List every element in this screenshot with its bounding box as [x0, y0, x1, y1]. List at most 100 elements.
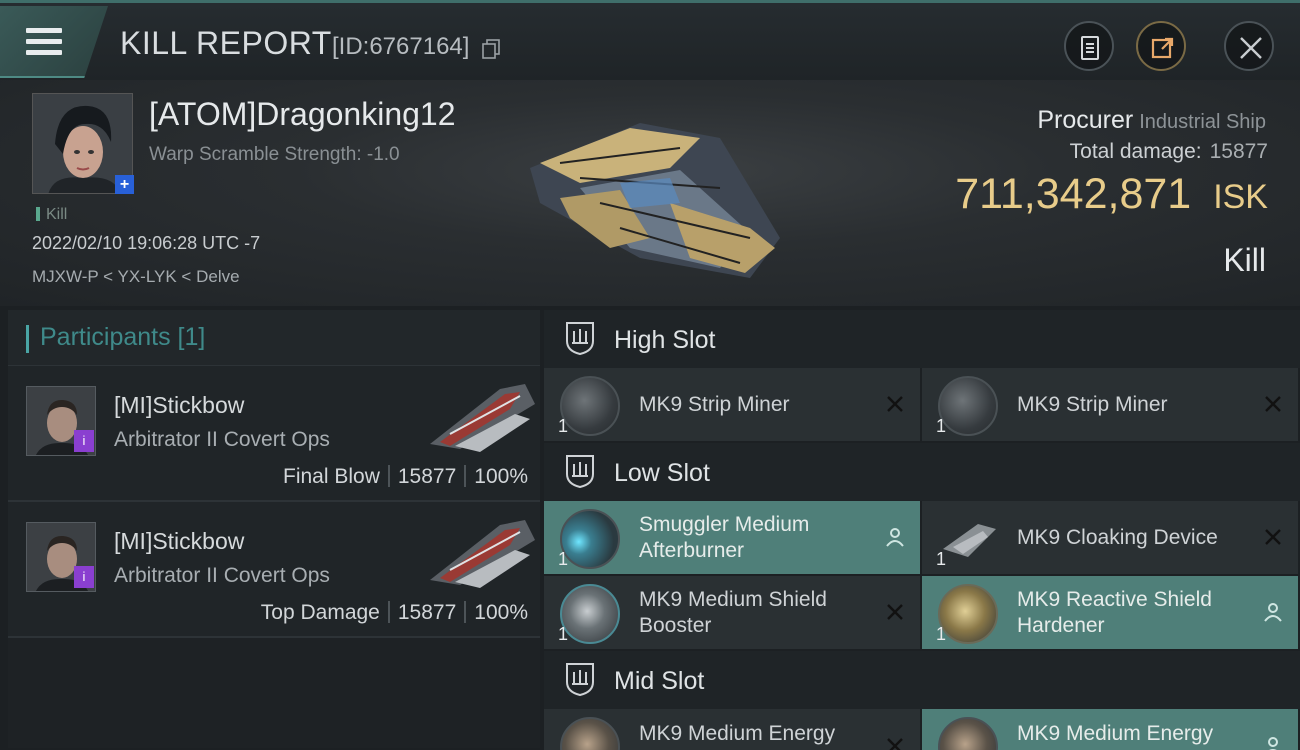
- ship-name: Procurer: [1037, 106, 1134, 134]
- afterburner-icon: [560, 509, 620, 569]
- dropped-icon: [1262, 601, 1284, 623]
- item-name-line2: Hardener: [1017, 614, 1105, 637]
- total-damage-value: 15877: [1209, 140, 1268, 163]
- item-quantity: 1: [558, 549, 569, 569]
- item-name: MK9 Medium Energy: [1017, 722, 1214, 745]
- cloaking-device-icon: [938, 509, 998, 569]
- procurer-ship-image: [530, 123, 780, 278]
- kill-location[interactable]: MJXW-P < YX-LYK < Delve: [32, 267, 240, 287]
- item-quantity: 1: [558, 416, 569, 436]
- destroyed-icon: [1262, 526, 1284, 548]
- clipboard-button[interactable]: [1064, 21, 1114, 71]
- participant-damage: 15877: [397, 465, 457, 488]
- item-name: MK9 Medium Energy: [639, 722, 836, 745]
- total-damage: Total damage: 15877: [1070, 140, 1268, 164]
- participant-percent: 100%: [474, 601, 528, 624]
- menu-button[interactable]: [0, 6, 108, 78]
- item-quantity: 1: [936, 549, 947, 569]
- participant-name[interactable]: [MI]Stickbow: [114, 392, 244, 419]
- item-name-line2: Booster: [639, 614, 712, 637]
- isk-amount: 711,342,871: [955, 170, 1192, 218]
- share-button[interactable]: [1136, 21, 1186, 71]
- low-slot-icon: [566, 455, 594, 488]
- item-quantity: 1: [936, 624, 947, 644]
- participant-percent: 100%: [474, 465, 528, 488]
- participant-row[interactable]: i [MI]Stickbow Arbitrator II Covert Ops …: [8, 502, 540, 638]
- item-quantity: 1: [936, 416, 947, 436]
- strip-miner-icon: [938, 376, 998, 436]
- slot-item-medium-energy[interactable]: MK9 Medium Energy: [544, 709, 920, 750]
- slot-item-medium-energy[interactable]: MK9 Medium Energy: [922, 709, 1298, 750]
- slot-item-cloaking-device[interactable]: 1 MK9 Cloaking Device: [922, 501, 1298, 574]
- participant-name[interactable]: [MI]Stickbow: [114, 528, 244, 555]
- participant-stats: Final Blow 15877 100%: [283, 465, 528, 489]
- energy-module-icon: [560, 717, 620, 750]
- high-slot-label: High Slot: [614, 326, 716, 354]
- report-id: [ID:6767164]: [332, 33, 470, 60]
- low-slot-header: Low Slot: [544, 443, 1300, 501]
- slot-item-strip-miner[interactable]: 1 MK9 Strip Miner: [544, 368, 920, 441]
- item-name-line1: MK9 Reactive Shield: [1017, 588, 1212, 611]
- participants-empty-space: [8, 638, 540, 748]
- participants-panel: Participants [1] i [MI]Stickbow Arbitrat…: [8, 310, 540, 750]
- close-icon: [1240, 37, 1262, 59]
- fitting-slots-panel: High Slot 1 MK9 Strip Miner 1 MK9 Strip …: [544, 310, 1300, 750]
- rank-badge: i: [74, 566, 94, 588]
- participant-ship: Arbitrator II Covert Ops: [114, 564, 330, 587]
- strip-miner-icon: [560, 376, 620, 436]
- plus-badge: +: [115, 175, 134, 194]
- destroyed-icon: [1262, 393, 1284, 415]
- rank-badge: i: [74, 430, 94, 452]
- close-button[interactable]: [1224, 21, 1274, 71]
- kill-tag: Kill: [36, 206, 67, 224]
- high-slot-icon: [566, 322, 594, 355]
- kill-result: Kill: [1223, 242, 1266, 278]
- dropped-icon: [1262, 735, 1284, 750]
- item-name-line1: MK9 Medium Shield: [639, 588, 827, 611]
- low-slot-row: 1 MK9 Medium Shield Booster 1 MK9 Reacti…: [544, 576, 1300, 651]
- high-slot-header: High Slot: [544, 310, 1300, 368]
- dropped-icon: [884, 526, 906, 548]
- copy-icon[interactable]: [482, 39, 500, 59]
- item-quantity: 1: [558, 624, 569, 644]
- kill-datetime: 2022/02/10 19:06:28 UTC -7: [32, 233, 261, 253]
- shield-booster-icon: [560, 584, 620, 644]
- page-title: KILL REPORT: [120, 25, 332, 61]
- low-slot-row: 1 Smuggler Medium Afterburner 1 MK9 Cloa…: [544, 501, 1300, 576]
- mid-slot-label: Mid Slot: [614, 667, 705, 695]
- low-slot-label: Low Slot: [614, 459, 710, 487]
- item-name-line1: Smuggler Medium: [639, 513, 810, 536]
- high-slot-row: 1 MK9 Strip Miner 1 MK9 Strip Miner: [544, 368, 1300, 443]
- isk-value: 711,342,871 ISK: [955, 170, 1268, 219]
- participant-row[interactable]: i [MI]Stickbow Arbitrator II Covert Ops …: [8, 366, 540, 502]
- participant-stats: Top Damage 15877 100%: [261, 601, 528, 625]
- participant-ship: Arbitrator II Covert Ops: [114, 428, 330, 451]
- arbitrator-ship-image: [430, 384, 535, 452]
- clipboard-icon: [1081, 36, 1099, 60]
- mid-slot-row: MK9 Medium Energy MK9 Medium Energy: [544, 709, 1300, 750]
- participants-header[interactable]: Participants [1]: [8, 310, 540, 366]
- arbitrator-ship-image: [430, 520, 535, 588]
- ship-type[interactable]: Procurer Industrial Ship: [1037, 106, 1266, 135]
- energy-module-icon: [938, 717, 998, 750]
- shield-hardener-icon: [938, 584, 998, 644]
- slot-item-afterburner[interactable]: 1 Smuggler Medium Afterburner: [544, 501, 920, 574]
- slot-item-shield-hardener[interactable]: 1 MK9 Reactive Shield Hardener: [922, 576, 1298, 649]
- isk-unit: ISK: [1213, 178, 1268, 216]
- top-bar: KILL REPORT [ID:6767164]: [0, 0, 1300, 80]
- item-name-line2: Afterburner: [639, 539, 745, 562]
- item-name: MK9 Strip Miner: [639, 393, 790, 416]
- warp-scramble-strength: Warp Scramble Strength: -1.0: [149, 144, 400, 165]
- hamburger-icon: [26, 28, 62, 55]
- total-damage-label: Total damage:: [1069, 140, 1202, 163]
- slot-item-shield-booster[interactable]: 1 MK9 Medium Shield Booster: [544, 576, 920, 649]
- ship-class: Industrial Ship: [1139, 111, 1266, 133]
- participant-damage: 15877: [397, 601, 457, 624]
- slot-item-strip-miner[interactable]: 1 MK9 Strip Miner: [922, 368, 1298, 441]
- destroyed-icon: [884, 735, 906, 750]
- share-icon: [1151, 37, 1174, 59]
- destroyed-icon: [884, 601, 906, 623]
- participant-role: Final Blow: [283, 465, 380, 488]
- item-name-line1: MK9 Cloaking Device: [1017, 526, 1218, 549]
- victim-name[interactable]: [ATOM]Dragonking12: [149, 96, 456, 133]
